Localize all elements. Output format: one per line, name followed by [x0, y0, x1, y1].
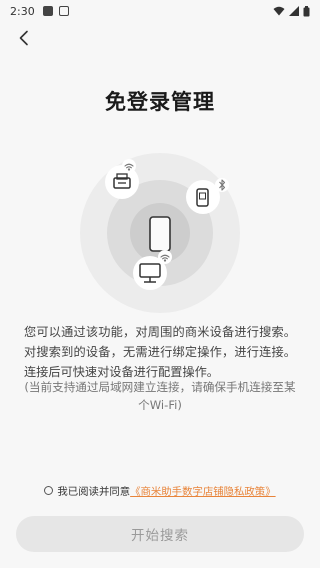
- signal-icon: [289, 6, 299, 16]
- status-bar: 2:30: [0, 0, 320, 22]
- privacy-agreement: 我已阅读并同意 《商米助手数字店铺隐私政策》: [0, 483, 320, 498]
- status-time: 2:30: [10, 4, 35, 18]
- printer-device: [105, 159, 139, 199]
- device-discovery-illustration: [80, 153, 240, 313]
- page-title: 免登录管理: [105, 90, 215, 114]
- start-search-button[interactable]: 开始搜索: [16, 516, 304, 552]
- back-button[interactable]: [12, 26, 36, 50]
- back-arrow-icon: [19, 30, 28, 46]
- phone-icon: [149, 216, 171, 252]
- wifi-status-icon: [273, 6, 285, 16]
- privacy-policy-link[interactable]: 《商米助手数字店铺隐私政策》: [130, 483, 275, 498]
- feature-description: 您可以通过该功能，对周围的商米设备进行搜索。对搜索到的设备，无需进行绑定操作，进…: [24, 325, 296, 379]
- notification-icon: [58, 6, 69, 16]
- connection-note: (当前支持通过局域网建立连接，请确保手机连接至某个Wi-Fi): [24, 380, 296, 412]
- status-icons: [273, 5, 310, 17]
- battery-icon: [303, 5, 310, 16]
- notification-icon: [42, 6, 53, 16]
- agree-checkbox[interactable]: [44, 486, 54, 495]
- agreement-prefix: 我已阅读并同意: [57, 486, 131, 498]
